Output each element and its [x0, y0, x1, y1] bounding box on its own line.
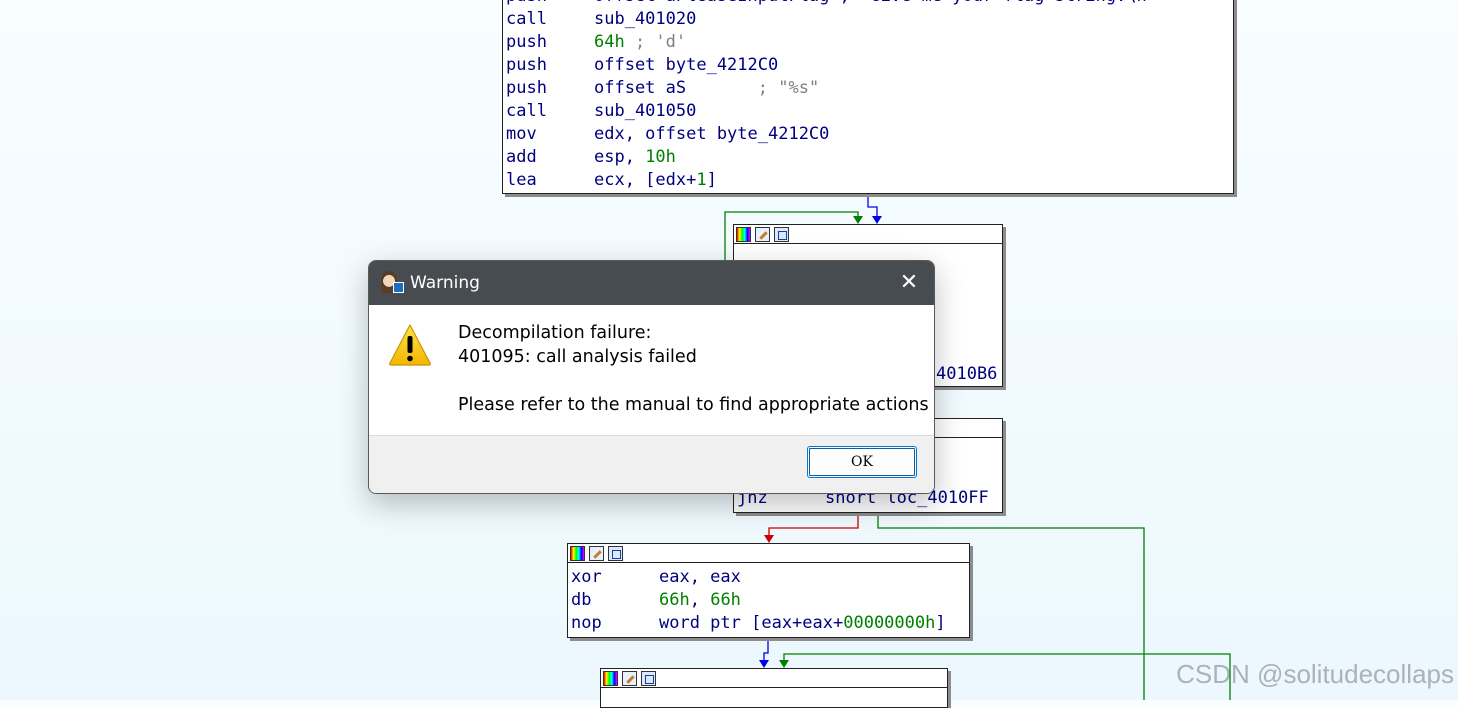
edge-arrowhead: [853, 216, 863, 224]
asm-mnemonic: push: [506, 32, 547, 52]
asm-mnemonic: call: [506, 9, 547, 29]
asm-operand: ecx, [edx+: [594, 170, 697, 190]
dialog-title: Warning: [410, 273, 480, 293]
asm-mnemonic: push: [506, 55, 547, 75]
warning-triangle-icon: [389, 324, 431, 366]
asm-line[interactable]: db 66h, 66h: [568, 589, 969, 612]
dialog-body: Decompilation failure: 401095: call anal…: [369, 305, 934, 436]
edge-test-false: [768, 513, 859, 541]
asm-comment: ; 'd': [624, 32, 687, 52]
ida-app-icon: [380, 271, 404, 295]
asm-line[interactable]: add esp, 10h: [503, 146, 1233, 169]
asm-line[interactable]: call sub_401050: [503, 100, 1233, 123]
asm-operand: edx, offset byte_4212C0: [594, 124, 830, 144]
edge-arrowhead: [779, 660, 789, 668]
asm-operand: sub_401050: [594, 101, 697, 121]
message-line: 401095: call analysis failed: [458, 347, 697, 367]
asm-operand: eax, eax: [659, 567, 741, 587]
asm-comment: ; "%s": [757, 78, 820, 98]
asm-line[interactable]: push offset byte_4212C0: [503, 54, 1233, 77]
code-block-top[interactable]: pushoffset aPleaseInputFlag ; "Give me y…: [502, 0, 1234, 194]
dialog-footer: OK: [369, 436, 934, 493]
group-nodes-icon[interactable]: [641, 670, 656, 686]
warning-dialog: Warning ✕ Decompilation failure: 401095:…: [368, 260, 935, 494]
asm-number: 66h: [659, 590, 690, 610]
asm-mnemonic: nop: [571, 613, 602, 633]
block-toolbar: [568, 544, 969, 563]
asm-operand: offset byte_4212C0: [594, 55, 779, 75]
color-palette-icon[interactable]: [736, 226, 751, 242]
asm-number: 00000000h: [843, 613, 936, 633]
asm-mnemonic: mov: [506, 124, 537, 144]
asm-mnemonic: call: [506, 101, 547, 121]
message-line: Please refer to the manual to find appro…: [458, 395, 929, 415]
asm-line[interactable]: push offset aS ; "%s": [503, 77, 1233, 100]
asm-number: 64h: [594, 32, 625, 52]
asm-number: 10h: [645, 147, 676, 167]
asm-operand: ]: [706, 170, 717, 190]
asm-mnemonic: push: [506, 78, 547, 98]
asm-mnemonic: add: [506, 147, 537, 167]
asm-operand: offset aS: [594, 78, 758, 98]
rename-edit-icon[interactable]: [589, 545, 604, 561]
asm-operand: ,: [689, 590, 711, 610]
rename-edit-icon[interactable]: [755, 226, 770, 242]
block-toolbar: [601, 669, 947, 688]
asm-line[interactable]: nop word ptr [eax+eax+ 00000000h]: [568, 612, 969, 635]
partial-code-text: 4010B6: [936, 364, 998, 384]
block-toolbar: [734, 225, 1002, 244]
rename-edit-icon[interactable]: [622, 670, 637, 686]
asm-operand: sub_401020: [594, 9, 697, 29]
asm-operand: word ptr [eax+eax+: [659, 613, 844, 633]
edge-arrowhead: [764, 535, 774, 543]
close-icon[interactable]: ✕: [896, 270, 922, 296]
asm-operand: ]: [935, 613, 946, 633]
asm-mnemonic: lea: [506, 170, 537, 190]
group-nodes-icon[interactable]: [774, 226, 789, 242]
message-line: Decompilation failure:: [458, 323, 652, 343]
asm-number: 1: [696, 170, 707, 190]
asm-mnemonic: db: [571, 590, 592, 610]
asm-line[interactable]: call sub_401020: [503, 8, 1233, 31]
asm-mnemonic: push: [506, 0, 594, 8]
code-lines: pushoffset aPleaseInputFlag ; "Give me y…: [503, 0, 1233, 192]
asm-line[interactable]: push 64h ; 'd': [503, 31, 1233, 54]
asm-line[interactable]: xor eax, eax: [568, 566, 969, 589]
asm-line[interactable]: pushoffset aPleaseInputFlag ; "Give me y…: [503, 0, 1233, 8]
edge-arrowhead: [759, 660, 769, 668]
ok-button[interactable]: OK: [807, 446, 917, 478]
asm-number: 66h: [710, 590, 741, 610]
asm-mnemonic: xor: [571, 567, 602, 587]
code-lines: xor eax, eax db 66h, 66h nop word ptr [eax+ea…: [568, 563, 969, 635]
asm-line[interactable]: lea ecx, [edx+ 1]: [503, 169, 1233, 192]
watermark: CSDN @solitudecollaps: [1176, 659, 1454, 689]
code-block-junk[interactable]: xor eax, eax db 66h, 66h nop word ptr [eax+ea…: [567, 543, 970, 638]
asm-operand: esp,: [594, 147, 646, 167]
asm-line[interactable]: mov edx, offset byte_4212C0: [503, 123, 1233, 146]
code-block-next[interactable]: [600, 668, 948, 708]
edge-arrowhead: [872, 216, 882, 224]
asm-operand: offset aPleaseInputFlag ; "Give me your …: [594, 0, 1157, 8]
color-palette-icon[interactable]: [570, 545, 585, 561]
color-palette-icon[interactable]: [603, 670, 618, 686]
group-nodes-icon[interactable]: [608, 545, 623, 561]
dialog-message: Decompilation failure: 401095: call anal…: [458, 321, 929, 417]
dialog-title-bar[interactable]: Warning ✕: [369, 261, 934, 305]
